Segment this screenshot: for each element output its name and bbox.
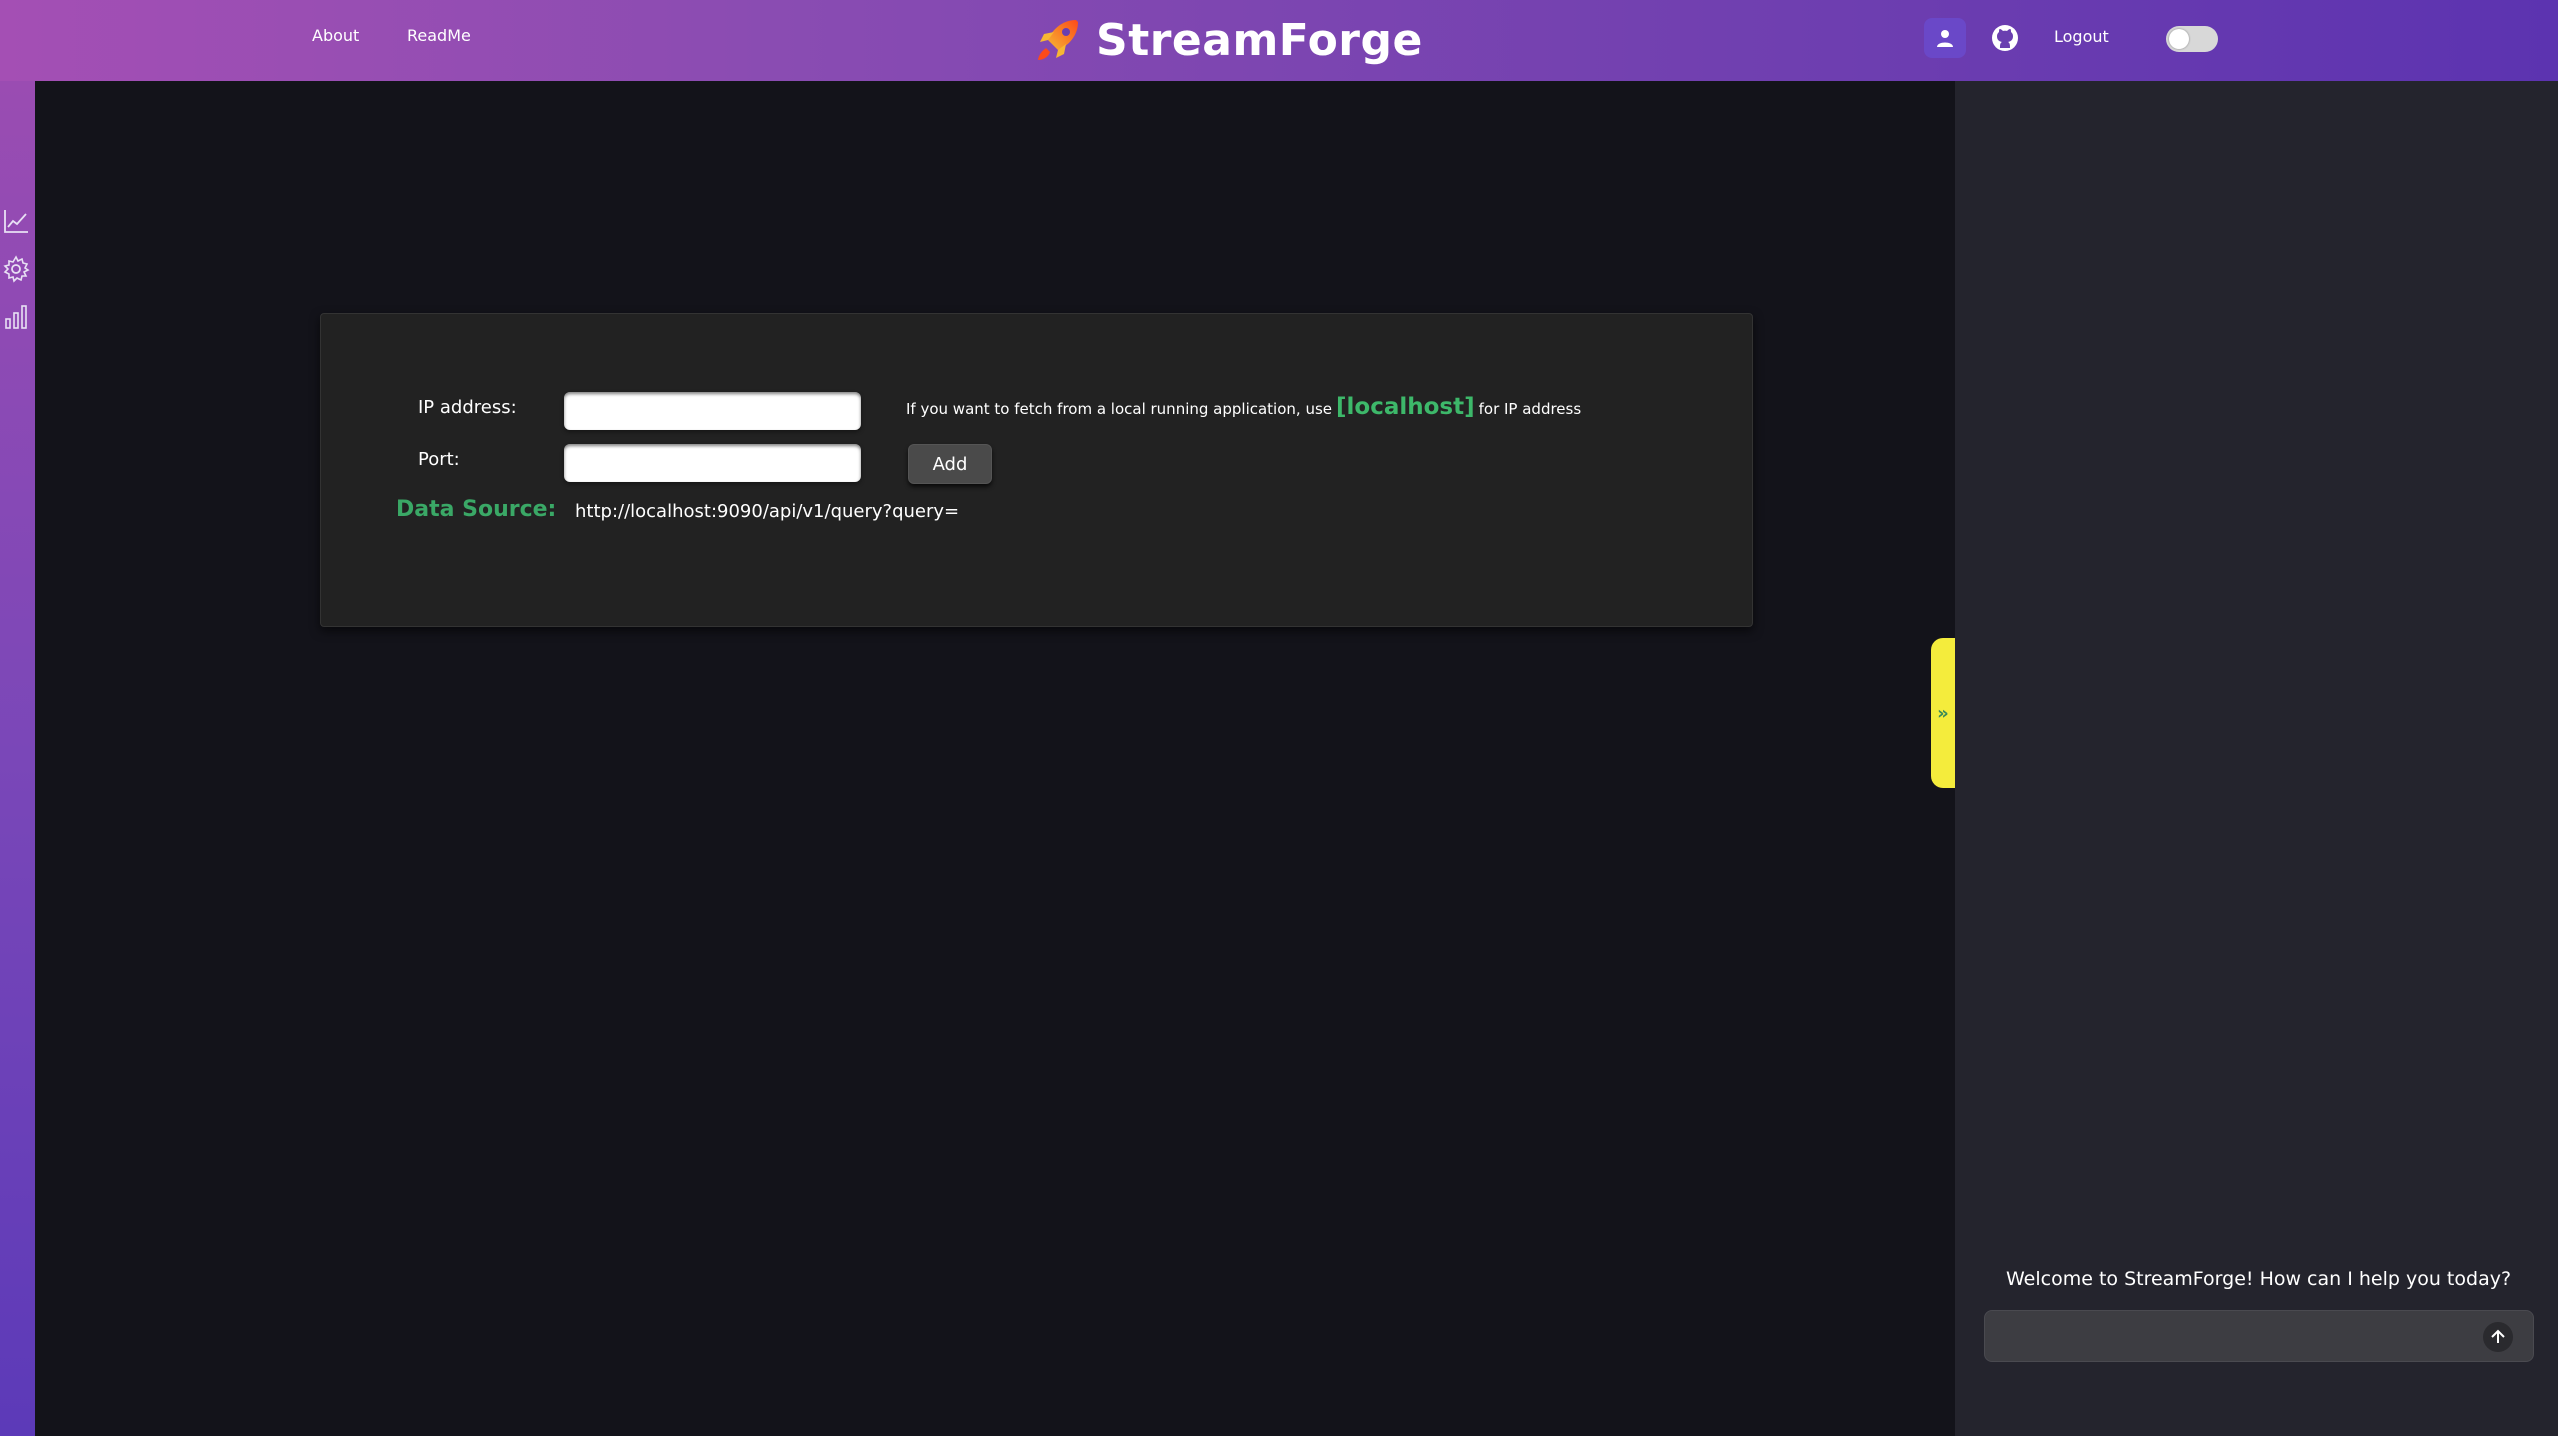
double-chevron-right-icon: » [1937,702,1949,724]
github-icon[interactable] [1988,21,2022,55]
left-sidebar [0,81,35,1436]
port-label: Port: [418,449,460,470]
ip-address-input[interactable] [564,392,861,430]
chat-input[interactable] [1985,1311,2475,1361]
top-header: About ReadMe StreamForge Logout [0,0,2558,81]
port-input[interactable] [564,444,861,482]
logout-link[interactable]: Logout [2054,27,2109,46]
chat-welcome-message: Welcome to StreamForge! How can I help y… [2006,1268,2512,1290]
hint-prefix: If you want to fetch from a local runnin… [906,400,1332,418]
data-source-card: IP address: If you want to fetch from a … [320,313,1753,627]
arrow-up-icon [2491,1329,2505,1343]
brand-logo[interactable]: StreamForge [1032,8,1423,72]
user-profile-button[interactable] [1924,18,1966,58]
ip-address-label: IP address: [418,397,517,418]
theme-toggle[interactable] [2166,26,2218,52]
send-button[interactable] [2483,1322,2513,1352]
chat-collapse-tab[interactable]: » [1931,638,1955,788]
data-source-url: http://localhost:9090/api/v1/query?query… [575,501,960,522]
main-content: IP address: If you want to fetch from a … [35,81,1955,1436]
data-source-label: Data Source: [396,497,557,522]
bar-chart-icon[interactable] [2,303,30,331]
chat-panel [1955,81,2558,1436]
nav-about-link[interactable]: About [312,26,359,45]
toggle-knob [2169,29,2189,49]
brand-name: StreamForge [1096,14,1423,66]
line-chart-icon[interactable] [2,207,30,235]
nav-readme-link[interactable]: ReadMe [407,26,471,45]
hint-localhost: [localhost] [1336,394,1475,420]
hint-suffix: for IP address [1478,400,1582,418]
rocket-logo-icon [1038,20,1078,60]
gear-icon[interactable] [2,255,30,283]
localhost-hint: If you want to fetch from a local runnin… [906,394,1581,420]
user-icon [1937,30,1953,47]
chat-input-container [1984,1310,2534,1362]
add-button[interactable]: Add [908,444,992,484]
